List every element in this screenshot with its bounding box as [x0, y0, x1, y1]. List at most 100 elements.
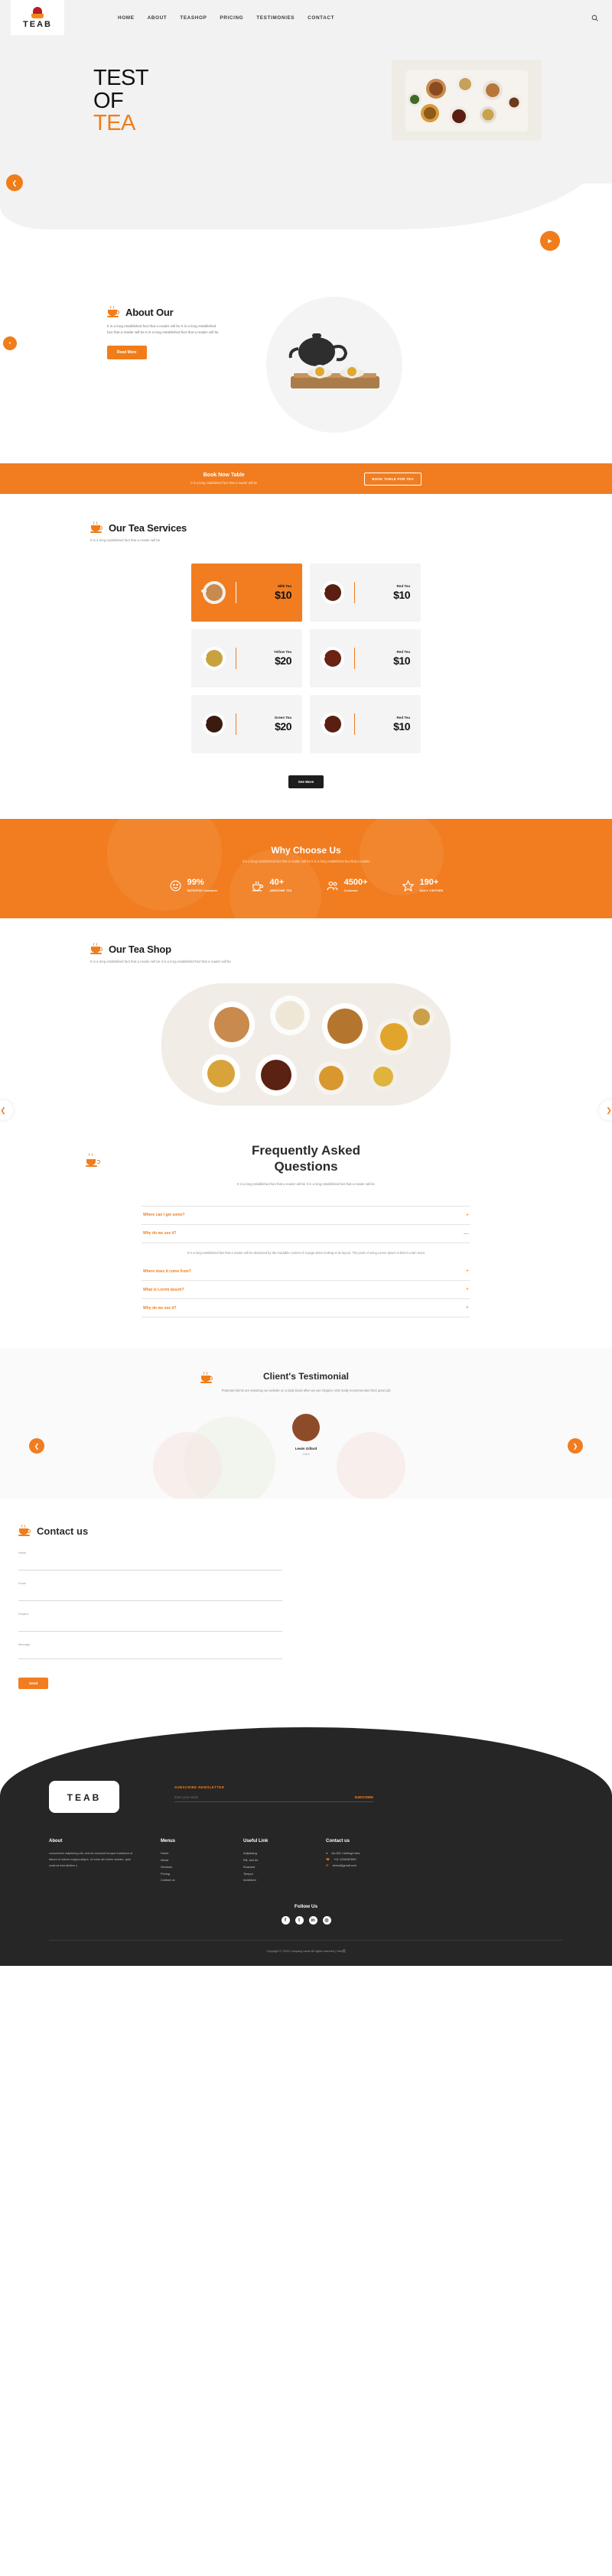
tea-name: Green Tea [274, 716, 291, 720]
twitter-icon[interactable]: t [295, 1916, 304, 1925]
service-card[interactable]: Red Tea $10 [310, 695, 421, 753]
stat-item: 40+ AWESOME TEA [251, 879, 291, 892]
service-card[interactable]: Green Tea $20 [191, 695, 302, 753]
footer-menu-item[interactable]: Services [161, 1864, 217, 1871]
footer-contact-heading: Contact us [326, 1839, 350, 1844]
shop-title: Our Tea Shop [109, 944, 171, 955]
minus-icon[interactable]: — [464, 1231, 469, 1236]
field-label: Name [18, 1551, 27, 1555]
tea-cup-image [199, 577, 230, 608]
stat-item: 4500+ Customer [326, 879, 368, 892]
subscribe-button[interactable]: SUBSCRIBE [354, 1795, 373, 1799]
footer-logo[interactable]: TEAB [49, 1781, 119, 1814]
search-icon[interactable] [591, 15, 598, 21]
chevron-left-icon: ❮ [0, 1106, 6, 1114]
plus-icon[interactable]: + [466, 1305, 469, 1311]
subject-input[interactable] [18, 1623, 282, 1632]
email-input[interactable] [18, 1593, 282, 1602]
testimonial-prev-button[interactable]: ❮ [29, 1438, 44, 1454]
nav-item-testimonies[interactable]: TESTIMONIES [256, 15, 295, 21]
book-banner-subtitle: It is a long established fact that a rea… [190, 481, 258, 485]
footer-menu-item[interactable]: Pricing [161, 1871, 217, 1878]
stats-row: 99% SATISFIED Customer 40+ AWESOME TEA 4… [169, 879, 444, 892]
nav-item-about[interactable]: ABOUT [148, 15, 168, 21]
faq-item[interactable]: What is Lorem Ipsum? + [142, 1281, 470, 1300]
service-cards-grid: Milk Tea $10 Red Tea $10 Yellow Tea $20 … [191, 564, 421, 753]
faq-item[interactable]: Why do we use it? — [142, 1225, 470, 1243]
newsletter-email-input[interactable] [174, 1795, 355, 1800]
book-table-button[interactable]: BOOK TABLE FOR TEA [364, 472, 422, 486]
footer-about-text: consectetur adipiscing elit, sed do eius… [49, 1851, 133, 1867]
card-meta: Yellow Tea $20 [274, 650, 295, 667]
about-image-wrap [266, 297, 402, 433]
shop-next-button[interactable]: ❯ [599, 1100, 612, 1120]
services-section: Our Tea Services It is a long establishe… [0, 494, 612, 788]
copyright-text: Copyright © 2020 Company name All rights… [266, 1950, 346, 1954]
send-button[interactable]: Send [18, 1678, 49, 1690]
footer-wrap: TEAB SUBSCRIBE NEWSLETTER SUBSCRIBE Abou… [0, 1727, 612, 1967]
footer-useful-item[interactable]: Adipiscing [243, 1850, 300, 1857]
footer-menu-item[interactable]: About [161, 1857, 217, 1864]
nav-item-home[interactable]: HOME [118, 15, 135, 21]
faq-question: Where does it come from? [143, 1269, 191, 1274]
teacup-icon [107, 305, 120, 319]
see-more-button[interactable]: See More [288, 775, 324, 788]
testimonial-author-name: Lewis Gillard [295, 1447, 317, 1451]
name-input[interactable] [18, 1562, 282, 1571]
teacup-icon [90, 521, 103, 534]
linkedin-icon[interactable]: in [308, 1916, 317, 1925]
service-card[interactable]: Red Tea $10 [310, 629, 421, 687]
hero-prev-button[interactable]: ❮ [6, 174, 23, 191]
footer-useful-item[interactable]: Eiusmod [243, 1864, 300, 1871]
nav-item-pricing[interactable]: PRICING [220, 15, 243, 21]
tea-name: Red Tea [396, 650, 410, 654]
side-scroll-indicator[interactable]: • [3, 336, 17, 350]
play-icon: ► [546, 237, 554, 245]
plus-icon[interactable]: + [466, 1287, 469, 1292]
faq-subtitle: It is a long established fact that a rea… [237, 1181, 375, 1186]
shop-subtitle: It is a long established fact that a rea… [90, 960, 231, 963]
nav-item-contact[interactable]: CONTACT [308, 15, 334, 21]
stat-label: Customer [343, 889, 358, 892]
faq-question: Where can I get some? [143, 1213, 185, 1217]
book-banner-title: Book Now Table [203, 473, 245, 478]
message-textarea[interactable] [18, 1649, 282, 1660]
hero-play-button[interactable]: ► [540, 231, 560, 251]
brand-name: TEAB [67, 1792, 102, 1803]
service-card[interactable]: Milk Tea $10 [191, 564, 302, 622]
location-icon: ● [326, 1851, 328, 1856]
stat-number: 99% [187, 878, 204, 887]
field-email: Email [18, 1582, 282, 1602]
stat-label: AWESOME TEA [269, 889, 292, 892]
testimonial-next-button[interactable]: ❯ [568, 1438, 583, 1454]
nav-item-teashop[interactable]: TEASHOP [180, 15, 207, 21]
footer-menu-item[interactable]: Home [161, 1850, 217, 1857]
teacup-icon [200, 1372, 213, 1385]
testimonial-section: Client's Testimonial Potential clients a… [0, 1348, 612, 1499]
faq-item[interactable]: Where can I get some? + [142, 1205, 470, 1225]
teapot-logo-icon [31, 6, 44, 19]
card-meta: Green Tea $20 [275, 716, 295, 733]
footer-useful-item[interactable]: Tempor [243, 1871, 300, 1878]
footer-useful-item[interactable]: Elit, sed do [243, 1857, 300, 1864]
brand-logo[interactable]: TEAB [11, 0, 64, 35]
instagram-icon[interactable]: ◎ [322, 1916, 331, 1925]
footer-menu-item[interactable]: Contact us [161, 1877, 217, 1884]
about-body-text: It is a long established fact that a rea… [107, 324, 219, 335]
service-card[interactable]: Red Tea $10 [310, 564, 421, 622]
faq-item[interactable]: Why do we use it? + [142, 1299, 470, 1318]
faq-item[interactable]: Where does it come from? + [142, 1262, 470, 1282]
footer-email-line[interactable]: ✉ demo@gmail.com [326, 1863, 418, 1869]
card-meta: Milk Tea $10 [275, 584, 295, 601]
plus-icon[interactable]: + [466, 1213, 469, 1218]
facebook-icon[interactable]: f [281, 1916, 290, 1925]
shop-prev-button[interactable]: ❮ [0, 1100, 13, 1120]
tea-price: $10 [393, 655, 410, 667]
plus-icon[interactable]: + [466, 1269, 469, 1274]
testimonial-card: Lewis Gillard Client [245, 1414, 367, 1456]
service-card[interactable]: Yellow Tea $20 [191, 629, 302, 687]
footer-useful-item[interactable]: Incididunt [243, 1877, 300, 1884]
footer-phone-line[interactable]: ☎ +01 1234567890 [326, 1856, 418, 1863]
read-more-button[interactable]: Read More [107, 345, 147, 359]
faq-section: Frequently Asked Questions It is a long … [0, 1124, 612, 1348]
